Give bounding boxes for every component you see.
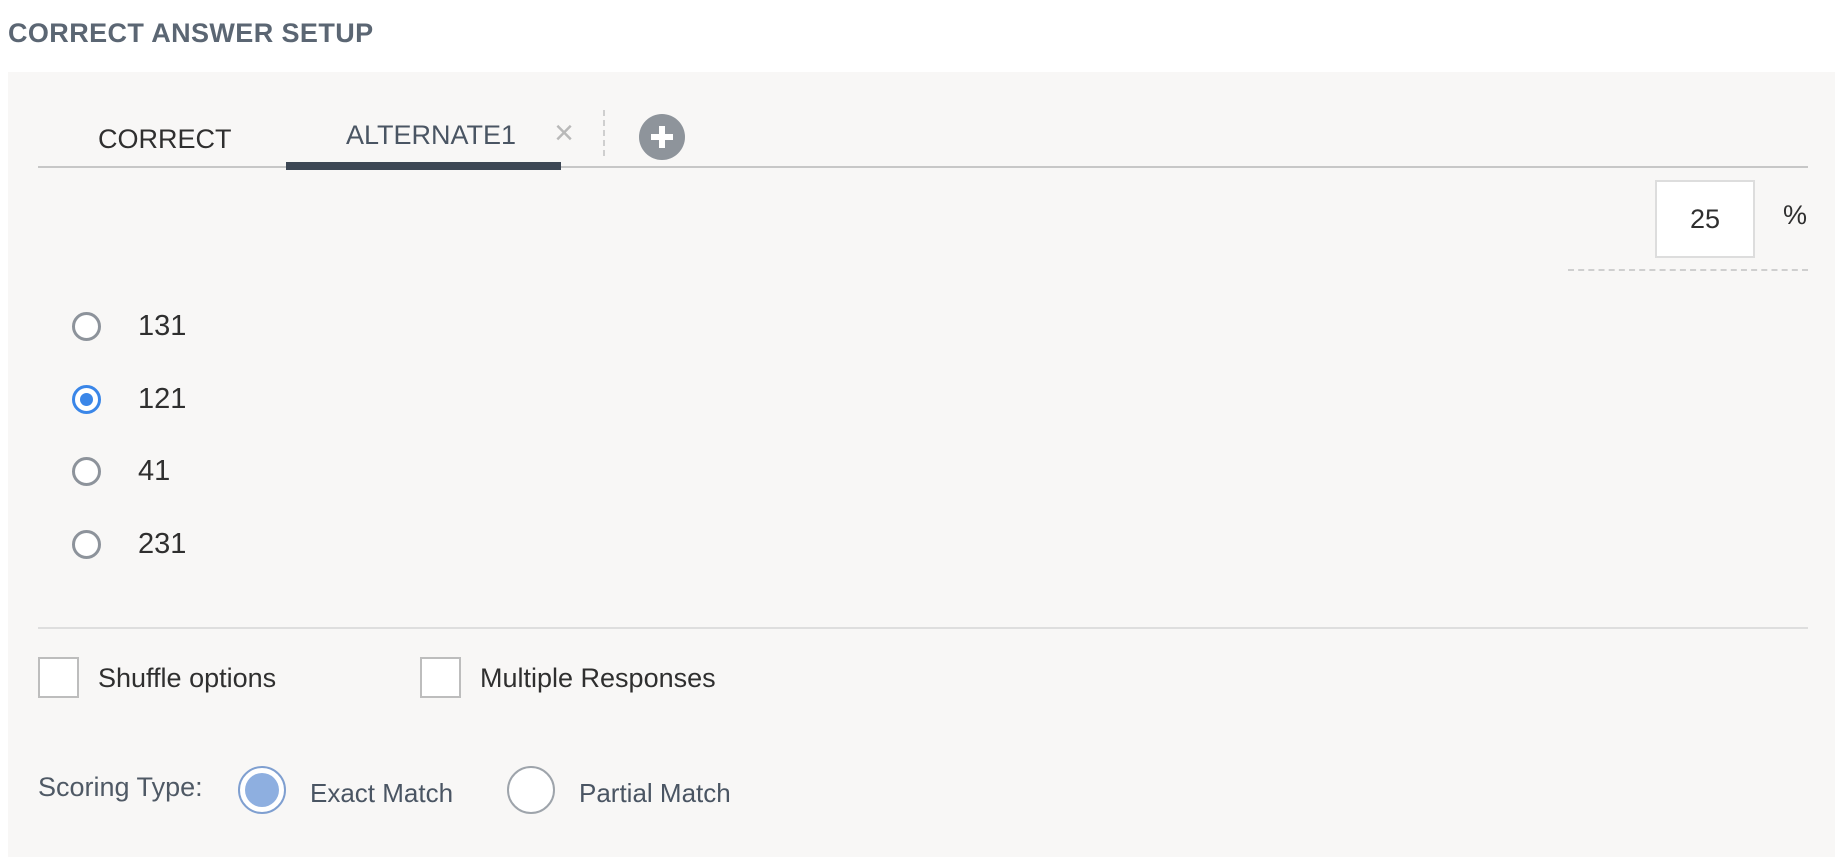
shuffle-options-label: Shuffle options — [98, 663, 277, 693]
tab-alternate1-label: ALTERNATE1 — [346, 120, 517, 150]
scoring-type-label: Scoring Type: — [38, 772, 203, 802]
partial-match-label: Partial Match — [579, 778, 731, 808]
shuffle-options-checkbox[interactable]: Shuffle options — [38, 657, 308, 699]
tab-divider — [603, 110, 605, 156]
option-41[interactable]: 41 — [72, 455, 372, 491]
checkbox-box[interactable] — [38, 657, 79, 698]
tab-correct[interactable]: CORRECT — [98, 114, 248, 172]
section-divider — [38, 627, 1808, 629]
checkbox-box[interactable] — [420, 657, 461, 698]
scoring-radio[interactable] — [507, 766, 555, 814]
radio-button[interactable] — [72, 457, 101, 486]
section-title: CORRECT ANSWER SETUP — [8, 18, 374, 48]
option-label: 131 — [138, 310, 187, 342]
option-231[interactable]: 231 — [72, 528, 372, 564]
option-label: 121 — [138, 383, 187, 415]
close-icon[interactable]: × — [548, 114, 580, 152]
multiple-responses-checkbox[interactable]: Multiple Responses — [420, 657, 750, 699]
plus-circle-icon — [651, 126, 673, 148]
option-label: 231 — [138, 528, 187, 560]
radio-button[interactable] — [72, 312, 101, 341]
exact-match-label: Exact Match — [310, 778, 454, 808]
partial-match-option[interactable]: Partial Match — [507, 766, 767, 816]
exact-match-option[interactable]: Exact Match — [238, 766, 468, 816]
percent-sign: % — [1783, 200, 1808, 230]
multiple-responses-label: Multiple Responses — [480, 663, 716, 693]
radio-button-selected[interactable] — [72, 385, 101, 414]
tab-alternate1[interactable]: ALTERNATE1 × — [286, 110, 574, 170]
radio-button[interactable] — [72, 530, 101, 559]
percent-underline — [1568, 269, 1808, 271]
option-131[interactable]: 131 — [72, 310, 372, 346]
score-percent-input[interactable] — [1655, 180, 1755, 258]
option-label: 41 — [138, 455, 171, 487]
add-tab-button[interactable] — [639, 114, 685, 160]
option-121[interactable]: 121 — [72, 383, 372, 419]
answer-tabs: CORRECT ALTERNATE1 × — [38, 110, 1808, 170]
scoring-radio-selected[interactable] — [238, 766, 286, 814]
